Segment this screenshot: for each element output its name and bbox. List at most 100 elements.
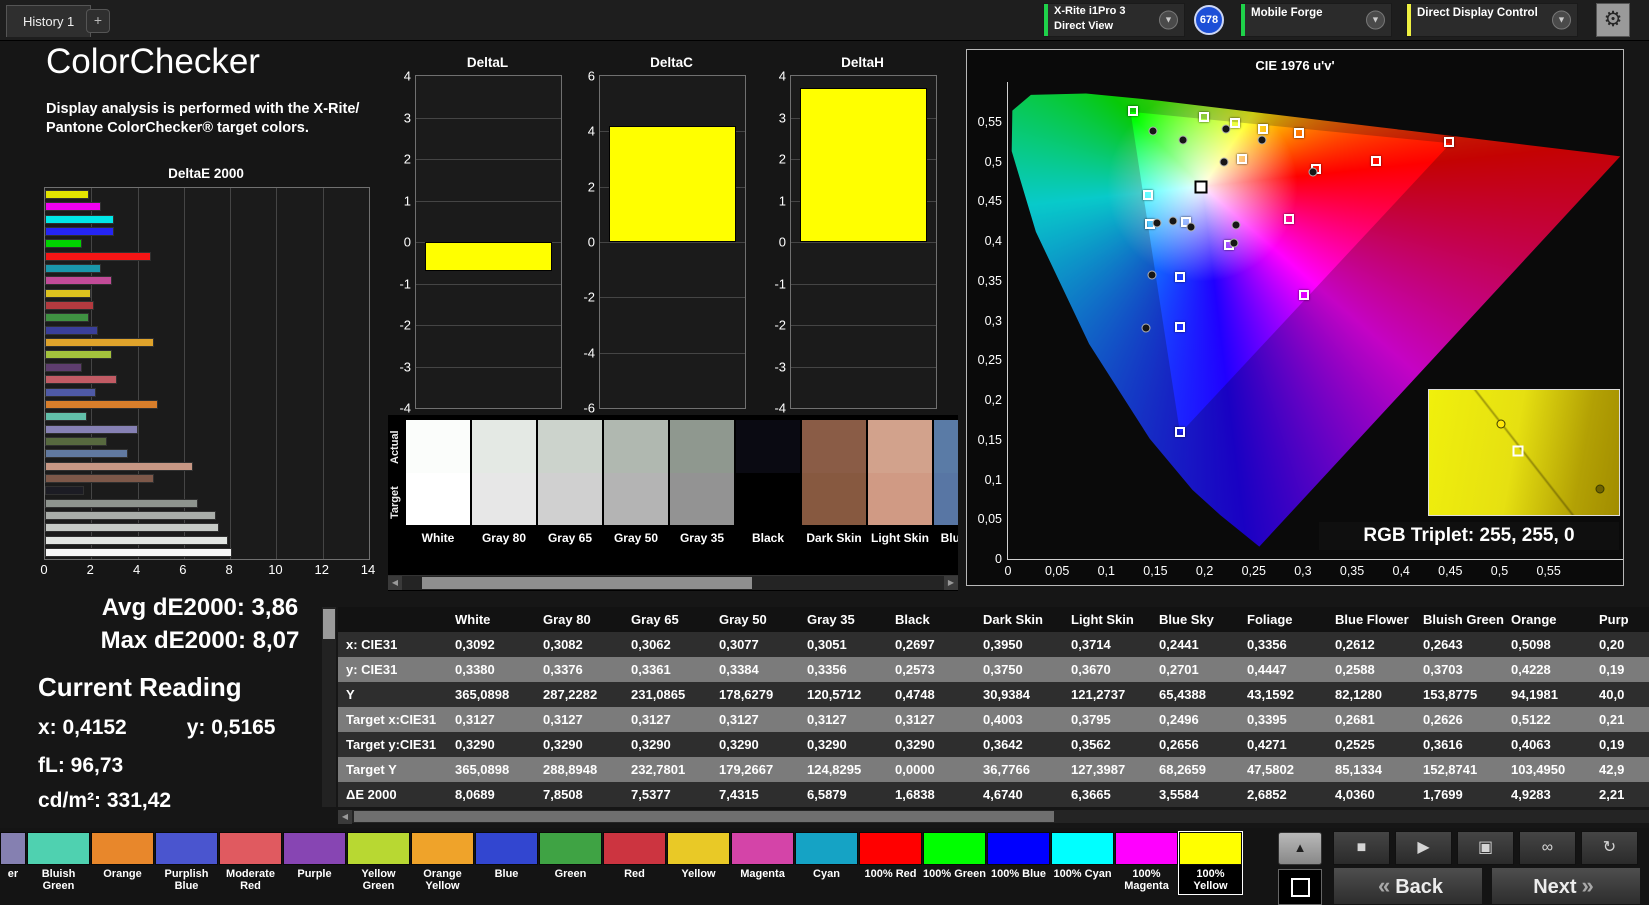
- scroll-right-icon[interactable]: ▶: [944, 576, 958, 590]
- deltae-xtick-label: 4: [132, 562, 141, 577]
- pattern-tile-er[interactable]: er: [0, 832, 26, 894]
- pattern-tile-purplish-blue[interactable]: Purplish Blue: [155, 832, 218, 894]
- table-hscroll-thumb[interactable]: [354, 811, 1054, 822]
- delta-gridline: [416, 283, 561, 285]
- deltae-bar-row: [45, 523, 369, 533]
- swatch-actual-color: [670, 420, 734, 473]
- cie-target-marker: [1444, 136, 1455, 147]
- table-horizontal-scrollbar[interactable]: ◀: [338, 810, 1649, 824]
- pattern-label: Moderate Red: [226, 868, 275, 892]
- delta-bar: [609, 125, 736, 242]
- table-row: ΔE 2000 8,0689 7,8508 7,5377 7,4315 6,5879 1,6…: [338, 782, 1649, 807]
- delta-gridline: [600, 242, 745, 243]
- pattern-color-swatch: [923, 832, 986, 865]
- delta-ytick-label: -4: [399, 400, 411, 416]
- add-tab-button[interactable]: +: [86, 9, 110, 33]
- delta-ytick-label: -2: [399, 317, 411, 333]
- deltae-chart-title: DeltaE 2000: [168, 166, 244, 181]
- table-cell: 0,3356: [807, 662, 847, 677]
- cie-target-marker: [1175, 426, 1186, 437]
- pattern-tile-yellow[interactable]: Yellow: [667, 832, 730, 894]
- pattern-tile-100-magenta[interactable]: 100% Magenta: [1115, 832, 1178, 894]
- delta-gridline: [791, 366, 936, 368]
- deltae-bar-row: [45, 375, 369, 385]
- swatch-scrollbar[interactable]: ◀ ▶: [388, 575, 958, 590]
- deltae-chart-plot: [44, 187, 370, 560]
- pattern-tile-cyan[interactable]: Cyan: [795, 832, 858, 894]
- pattern-tile-100-green[interactable]: 100% Green: [923, 832, 986, 894]
- table-cell: 65,4388: [1159, 687, 1206, 702]
- pattern-window-eject-button[interactable]: ▲: [1278, 832, 1322, 865]
- continuous-read-button[interactable]: ∞: [1519, 831, 1576, 865]
- deltae-bar-row: [45, 214, 369, 224]
- delta-ytick-label: 2: [587, 179, 595, 195]
- inset-square-marker: [1512, 445, 1524, 457]
- pattern-tile-red[interactable]: Red: [603, 832, 666, 894]
- pattern-tile-orange-yellow[interactable]: Orange Yellow: [411, 832, 474, 894]
- table-cell: 82,1280: [1335, 687, 1382, 702]
- table-cell: 0,4003: [983, 712, 1023, 727]
- workflow-dropdown[interactable]: Mobile Forge ▼: [1240, 3, 1392, 37]
- pattern-color-swatch: [283, 832, 346, 865]
- save-button[interactable]: ▣: [1457, 831, 1514, 865]
- delta-gridline: [600, 352, 745, 354]
- chevron-down-icon[interactable]: ▼: [1366, 10, 1385, 30]
- swatch-gray-50: Gray 50: [604, 420, 668, 545]
- swatch-scroll-thumb[interactable]: [422, 577, 752, 589]
- table-vertical-scrollbar[interactable]: [322, 607, 336, 807]
- meter-dropdown[interactable]: X-Rite i1Pro 3 Direct View ▼: [1043, 3, 1185, 37]
- next-button[interactable]: Next»: [1491, 867, 1641, 905]
- table-cell: 30,9384: [983, 687, 1030, 702]
- cie-measured-marker: [1257, 135, 1267, 145]
- table-cell: 6,5879: [807, 787, 847, 802]
- pattern-tile-100-cyan[interactable]: 100% Cyan: [1051, 832, 1114, 894]
- pattern-tile-purple[interactable]: Purple: [283, 832, 346, 894]
- pattern-label: 100% Blue: [990, 868, 1047, 880]
- pattern-tile-yellow-green[interactable]: Yellow Green: [347, 832, 410, 894]
- pattern-tile-100-blue[interactable]: 100% Blue: [987, 832, 1050, 894]
- chevron-down-icon[interactable]: ▼: [1552, 10, 1571, 30]
- pattern-tile-green[interactable]: Green: [539, 832, 602, 894]
- table-vscroll-thumb[interactable]: [323, 609, 335, 639]
- table-cell: 0,0000: [895, 762, 935, 777]
- refresh-button[interactable]: ↻: [1581, 831, 1638, 865]
- pattern-window-button[interactable]: [1278, 869, 1322, 905]
- pattern-tile-100-yellow[interactable]: 100% Yellow: [1178, 831, 1243, 895]
- pattern-tile-magenta[interactable]: Magenta: [731, 832, 794, 894]
- cie-ytick-label: 0,3: [984, 313, 1002, 328]
- cie-xtick-label: 0,2: [1195, 564, 1214, 578]
- table-cell: 0,3562: [1071, 737, 1111, 752]
- table-cell: 0,3642: [983, 737, 1023, 752]
- table-row-label: y: CIE31: [346, 662, 398, 677]
- pattern-tile-bluish-green[interactable]: Bluish Green: [27, 832, 90, 894]
- table-cell: 0,3703: [1423, 662, 1463, 677]
- pattern-tile-moderate-red[interactable]: Moderate Red: [219, 832, 282, 894]
- back-chevron-icon: «: [1377, 873, 1391, 898]
- delta-ytick-label: 2: [778, 151, 786, 167]
- back-button[interactable]: «Back: [1333, 867, 1483, 905]
- table-scroll-left-icon[interactable]: ◀: [338, 810, 352, 824]
- current-reading-heading: Current Reading: [38, 672, 242, 702]
- table-row-label: Target y:CIE31: [346, 737, 437, 752]
- table-cell: 0,2626: [1423, 712, 1463, 727]
- table-cell: 0,3051: [807, 637, 847, 652]
- deltae-bar-white: [45, 547, 233, 557]
- table-cell: 85,1334: [1335, 762, 1382, 777]
- settings-gear-icon[interactable]: ⚙: [1596, 3, 1630, 37]
- pattern-tile-100-red[interactable]: 100% Red: [859, 832, 922, 894]
- cie-target-marker: [1298, 290, 1309, 301]
- deltae-bar-yellow: [45, 288, 92, 298]
- pattern-label: Yellow Green: [361, 868, 396, 892]
- tab-history-1[interactable]: History 1: [6, 5, 92, 37]
- pattern-tile-blue[interactable]: Blue: [475, 832, 538, 894]
- stop-button[interactable]: ■: [1333, 831, 1390, 865]
- table-row-label: Target x:CIE31: [346, 712, 437, 727]
- pattern-color-swatch: [475, 832, 538, 865]
- display-control-dropdown[interactable]: Direct Display Control ▼: [1406, 3, 1578, 37]
- chevron-down-icon[interactable]: ▼: [1159, 10, 1178, 30]
- scroll-left-icon[interactable]: ◀: [388, 576, 402, 590]
- deltae-bar-row: [45, 202, 369, 212]
- table-col-header: Gray 50: [719, 612, 767, 627]
- play-button[interactable]: ▶: [1395, 831, 1452, 865]
- pattern-tile-orange[interactable]: Orange: [91, 832, 154, 894]
